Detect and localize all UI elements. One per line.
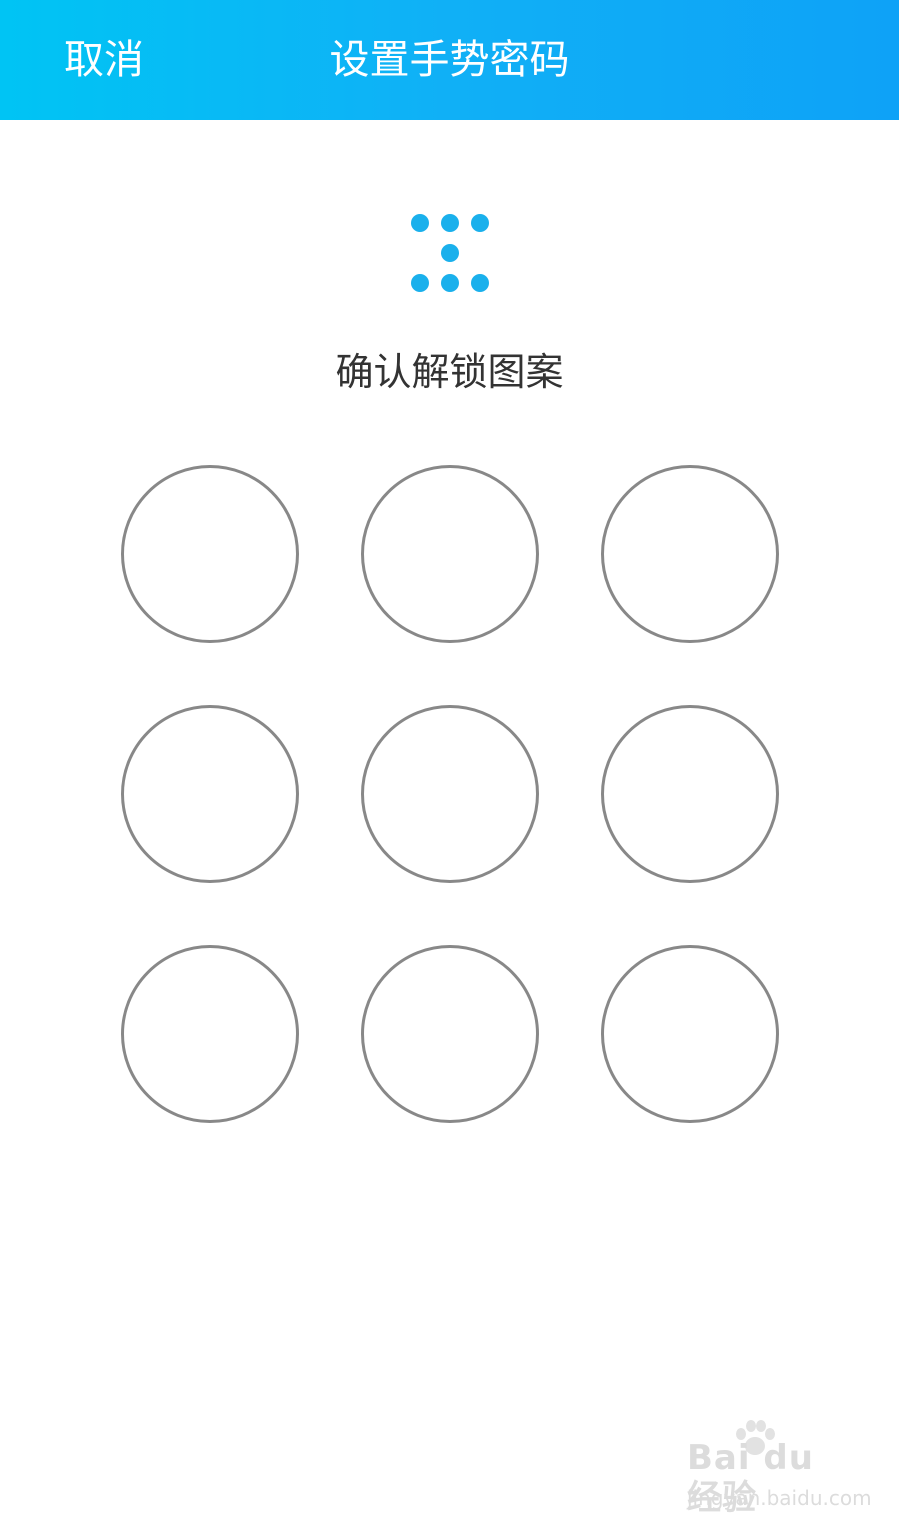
pattern-preview-dot [471, 244, 489, 262]
gesture-node[interactable] [601, 465, 779, 643]
pattern-preview-dot [411, 214, 429, 232]
gesture-node[interactable] [361, 465, 539, 643]
pattern-preview-dot [471, 274, 489, 292]
gesture-node[interactable] [121, 705, 299, 883]
pattern-preview [405, 208, 495, 298]
gesture-node[interactable] [361, 945, 539, 1123]
gesture-node[interactable] [601, 705, 779, 883]
pattern-preview-dot [411, 244, 429, 262]
gesture-node[interactable] [361, 705, 539, 883]
gesture-node[interactable] [601, 945, 779, 1123]
baidu-jingyan-watermark: Bai du 经验 jingyan.baidu.com [687, 1420, 872, 1524]
pattern-preview-dot [471, 214, 489, 232]
pattern-prompt: 确认解锁图案 [335, 350, 564, 394]
pattern-preview-dot [441, 214, 459, 232]
watermark-url: jingyan.baidu.com [687, 1486, 872, 1510]
app-header: 取消 设置手势密码 [0, 0, 899, 120]
pattern-preview-dot [441, 274, 459, 292]
pattern-preview-dot [411, 274, 429, 292]
pattern-preview-dot [441, 244, 459, 262]
gesture-node[interactable] [121, 465, 299, 643]
gesture-node[interactable] [121, 945, 299, 1123]
page-title: 设置手势密码 [329, 37, 570, 83]
